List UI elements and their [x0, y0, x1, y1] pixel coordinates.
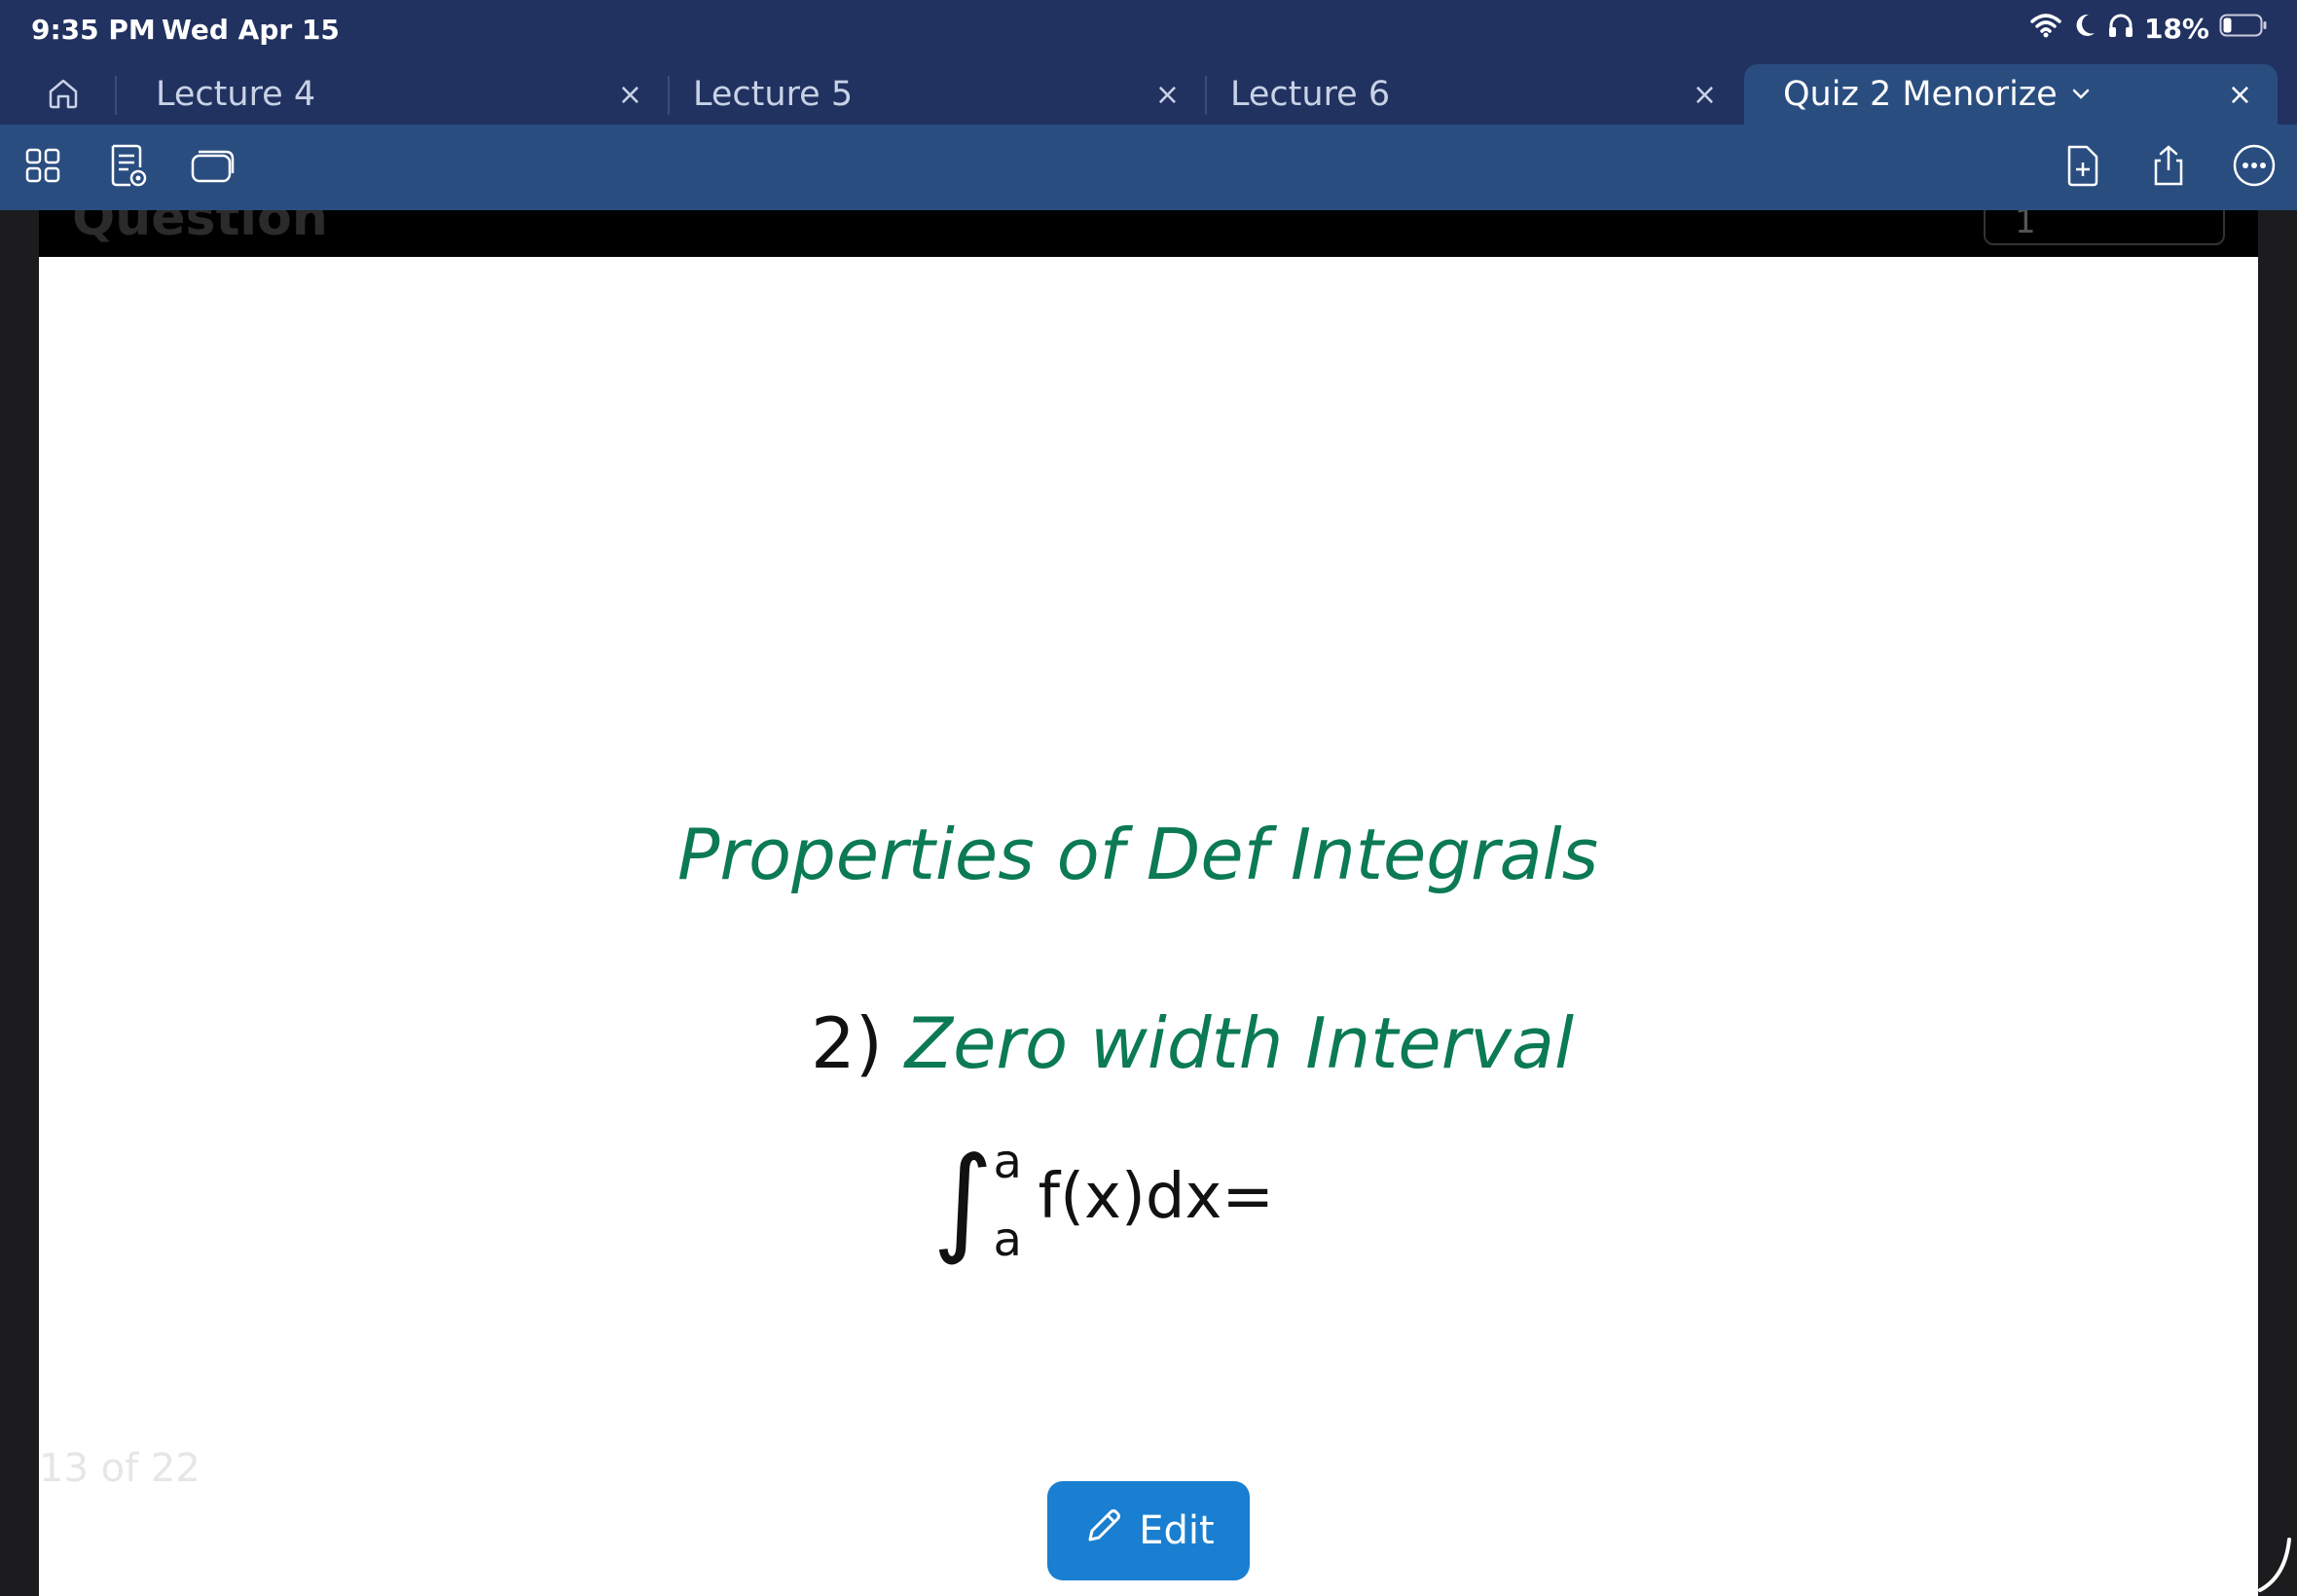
integral-limits: aa	[994, 1135, 1039, 1267]
tab-lecture-6[interactable]: Lecture 6 ×	[1191, 64, 1742, 125]
tab-label: Quiz 2 Menorize	[1783, 75, 2058, 114]
canvas-header-tool-value: 1	[2015, 210, 2036, 241]
status-bar: 9:35 PM Wed Apr 15 18%	[0, 0, 2297, 60]
windows-icon	[189, 146, 236, 189]
status-indicators: 18%	[2029, 12, 2268, 46]
tab-close-button[interactable]: ×	[2228, 78, 2252, 112]
tab-lecture-5[interactable]: Lecture 5 ×	[654, 64, 1205, 125]
app-chrome: 9:35 PM Wed Apr 15 18% Lecture 4 × Lectu…	[0, 0, 2297, 210]
note-title: Properties of Def Integrals	[677, 814, 1599, 895]
tab-quiz-2-menorize[interactable]: Quiz 2 Menorize ×	[1744, 64, 2278, 125]
grid-view-button[interactable]	[16, 140, 70, 195]
battery-icon	[2219, 13, 2268, 45]
tab-label: Lecture 5	[693, 75, 854, 114]
notes-button[interactable]	[101, 140, 156, 195]
integral-sign: ∫	[932, 1133, 994, 1268]
edit-button[interactable]: Edit	[1047, 1481, 1250, 1580]
grid-icon	[23, 146, 62, 189]
share-icon	[2148, 143, 2189, 192]
chevron-down-icon[interactable]	[2071, 88, 2091, 101]
moon-icon	[2072, 12, 2097, 46]
note-canvas[interactable]: Question 1 Properties of Def Integrals 2…	[39, 210, 2258, 1596]
canvas-header: Question 1	[39, 210, 2258, 257]
tab-bar: Lecture 4 × Lecture 5 × Lecture 6 × Quiz…	[0, 64, 2297, 125]
share-button[interactable]	[2141, 140, 2196, 195]
tab-label: Lecture 4	[156, 75, 316, 114]
status-date: Wed Apr 15	[162, 14, 340, 46]
canvas-header-tools[interactable]: 1	[1984, 210, 2225, 245]
add-page-button[interactable]	[2056, 140, 2110, 195]
wifi-icon	[2029, 12, 2062, 46]
page-counter: 13 of 22	[39, 1446, 201, 1491]
windows-button[interactable]	[185, 140, 239, 195]
home-icon	[47, 78, 80, 113]
note-item: 2) Zero width Interval	[811, 1002, 1574, 1084]
tab-close-button[interactable]: ×	[1693, 78, 1717, 112]
integrand: f(x)dx=	[1038, 1161, 1274, 1234]
more-icon	[2232, 143, 2277, 192]
integral-upper-limit: a	[993, 1134, 1022, 1189]
note-item-number: 2)	[811, 1002, 883, 1084]
more-button[interactable]	[2227, 140, 2281, 195]
edit-button-label: Edit	[1139, 1508, 1215, 1553]
home-button[interactable]	[29, 70, 97, 121]
note-item-text: Zero width Interval	[904, 1002, 1575, 1084]
tab-close-button[interactable]: ×	[618, 78, 642, 112]
pencil-icon	[1082, 1505, 1125, 1557]
add-page-icon	[2063, 143, 2102, 192]
tab-lecture-4[interactable]: Lecture 4 ×	[117, 64, 668, 125]
battery-level: 18%	[2143, 13, 2209, 45]
tab-label: Lecture 6	[1230, 75, 1391, 114]
toolbar	[0, 125, 2297, 210]
status-time: 9:35 PM	[31, 14, 156, 46]
integral-formula: ∫ a a f(x)dx=	[932, 1133, 1274, 1268]
tab-close-button[interactable]: ×	[1155, 78, 1180, 112]
headphones-icon	[2107, 12, 2134, 46]
canvas-header-title: Question	[72, 210, 328, 247]
notes-icon	[107, 142, 150, 193]
resize-handle[interactable]	[2256, 1538, 2295, 1596]
integral-lower-limit: a	[993, 1212, 1022, 1267]
